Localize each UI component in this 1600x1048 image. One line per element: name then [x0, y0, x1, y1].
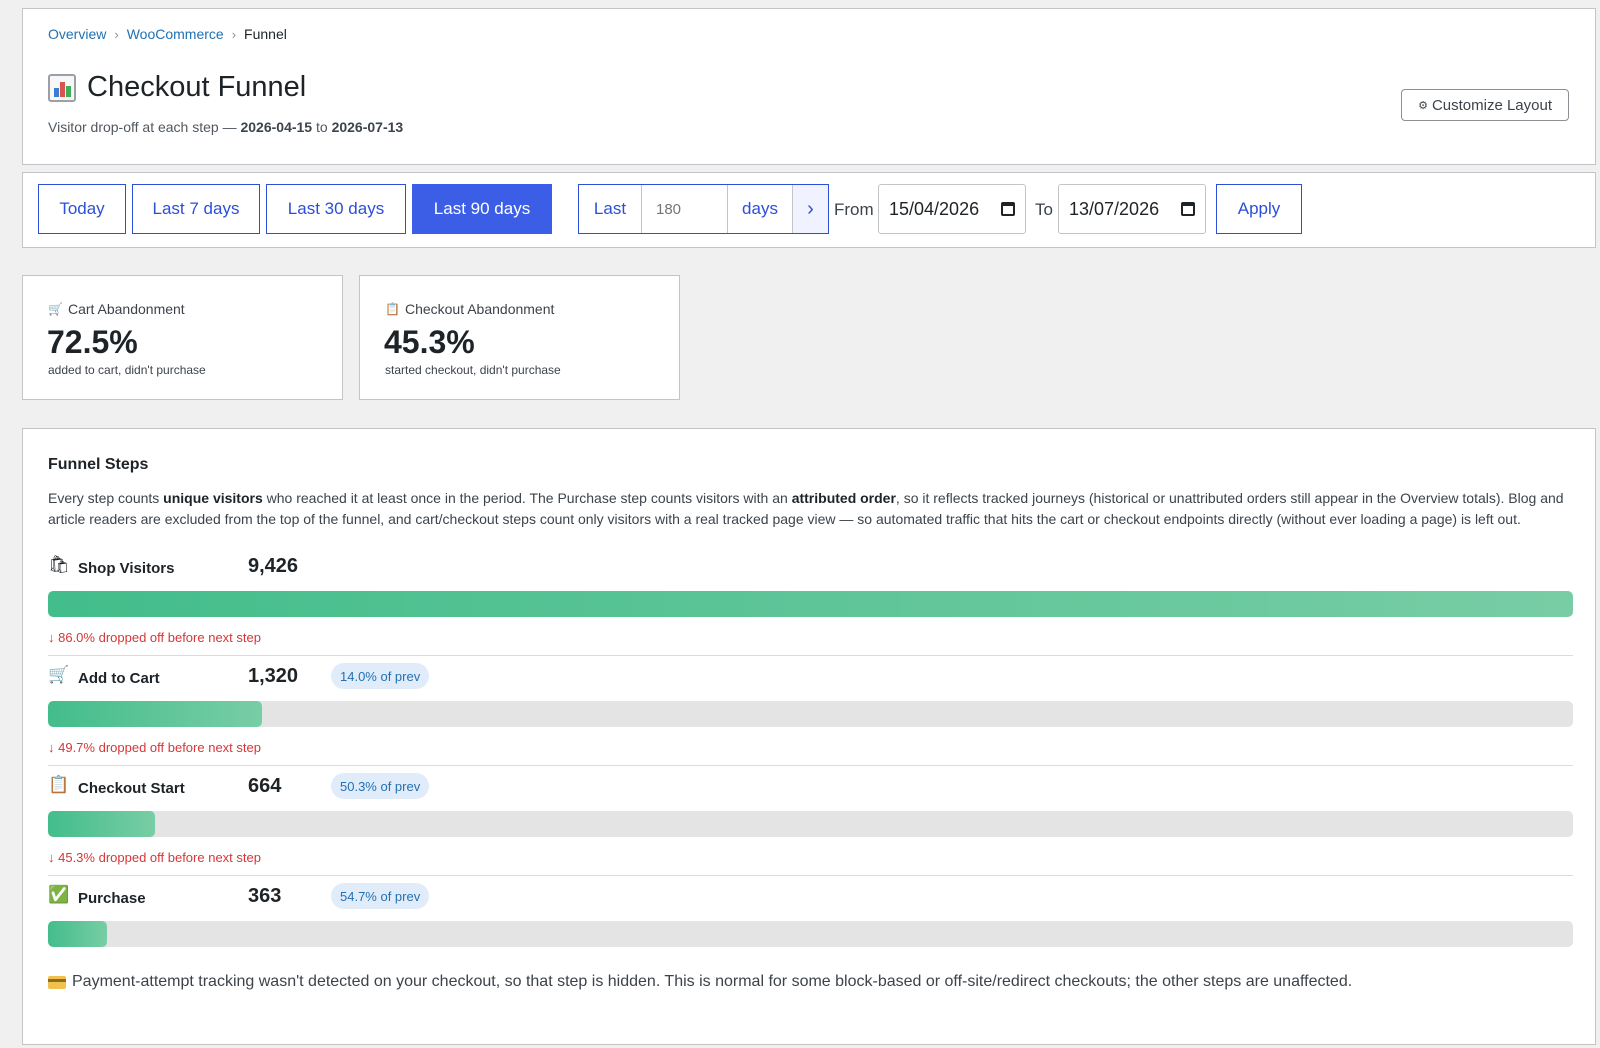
step-progress-track — [48, 811, 1573, 837]
title-row: Checkout Funnel — [48, 71, 306, 104]
step-count: 363 — [248, 885, 282, 907]
step-dropoff-text: ↓ 86.0% dropped off before next step — [48, 630, 261, 645]
step-name: Add to Cart — [78, 670, 160, 687]
funnel-card: Funnel Steps Every step counts unique vi… — [22, 428, 1596, 1045]
kpi-subtext: added to cart, didn't purchase — [48, 363, 206, 377]
breadcrumb-woocommerce-link[interactable]: WooCommerce — [127, 26, 224, 42]
funnel-step-checkout-start: 📋 Checkout Start 664 50.3% of prev ↓ 45.… — [48, 773, 1573, 883]
bar-chart-icon — [48, 73, 76, 102]
kpi-cart-abandonment: 🛒 Cart Abandonment 72.5% added to cart, d… — [22, 275, 343, 400]
range-last30-button[interactable]: Last 30 days — [266, 184, 406, 234]
kpi-label-text: Checkout Abandonment — [404, 301, 555, 317]
note-text: Payment-attempt tracking wasn't detected… — [72, 973, 1353, 990]
apply-button[interactable]: Apply — [1216, 184, 1302, 234]
date-range-bar: Today Last 7 days Last 30 days Last 90 d… — [22, 172, 1596, 248]
clipboard-icon: 📋 — [48, 775, 70, 794]
step-name: Checkout Start — [78, 780, 185, 797]
kpi-label: 🛒 Cart Abandonment — [48, 301, 185, 317]
desc-bold: attributed order — [791, 490, 896, 506]
subtitle-prefix: Visitor drop-off at each step — — [48, 119, 241, 135]
funnel-step-purchase: ✅ Purchase 363 54.7% of prev — [48, 883, 1573, 963]
step-name: Purchase — [78, 890, 146, 907]
desc-part: who reached it at least once in the peri… — [262, 490, 792, 506]
kpi-checkout-abandonment: 📋 Checkout Abandonment 45.3% started chec… — [359, 275, 680, 400]
page-subtitle: Visitor drop-off at each step — 2026-04-… — [48, 119, 403, 135]
payment-tracking-note: Payment-attempt tracking wasn't detected… — [48, 973, 1352, 991]
kpi-label: 📋 Checkout Abandonment — [385, 301, 554, 317]
funnel-step-add-to-cart: 🛒 Add to Cart 1,320 14.0% of prev ↓ 49.7… — [48, 663, 1573, 773]
cart-icon: 🛒 — [48, 665, 70, 684]
range-today-button[interactable]: Today — [38, 184, 126, 234]
kpi-label-text: Cart Abandonment — [67, 301, 185, 317]
from-label: From — [834, 200, 874, 219]
step-conversion-badge: 54.7% of prev — [331, 883, 430, 909]
range-last7-button[interactable]: Last 7 days — [132, 184, 260, 234]
kpi-value: 72.5% — [47, 324, 138, 360]
to-date-value: 13/07/2026 — [1069, 198, 1160, 219]
funnel-title: Funnel Steps — [48, 456, 149, 473]
credit-card-icon — [48, 975, 66, 989]
calendar-icon[interactable] — [1181, 202, 1195, 216]
step-progress-track — [48, 921, 1573, 947]
from-date-value: 15/04/2026 — [889, 198, 980, 219]
breadcrumb-current: Funnel — [244, 26, 287, 42]
step-count: 9,426 — [248, 555, 299, 577]
custom-range-days-label: days — [728, 185, 793, 233]
to-label: To — [1035, 200, 1053, 219]
customize-layout-button[interactable]: ⚙ Customize Layout — [1401, 89, 1569, 121]
step-conversion-badge: 50.3% of prev — [331, 773, 430, 799]
step-dropoff-text: ↓ 45.3% dropped off before next step — [48, 850, 261, 865]
step-progress-track — [48, 701, 1573, 727]
step-count: 1,320 — [248, 665, 299, 687]
step-progress-fill — [48, 811, 156, 837]
step-progress-fill — [48, 591, 1573, 617]
breadcrumb-separator: › — [231, 26, 237, 42]
step-conversion-badge: 14.0% of prev — [331, 663, 430, 689]
breadcrumb-separator: › — [114, 26, 119, 42]
step-progress-fill — [48, 921, 107, 947]
kpi-subtext: started checkout, didn't purchase — [385, 363, 561, 377]
step-divider — [48, 765, 1573, 766]
page-title: Checkout Funnel — [87, 71, 307, 103]
kpi-value: 45.3% — [384, 324, 475, 360]
header-card: Overview › WooCommerce › Funnel Checkout… — [22, 8, 1596, 165]
chevron-right-icon[interactable]: › — [793, 185, 828, 233]
cart-icon: 🛒 — [48, 302, 63, 316]
step-progress-track — [48, 591, 1573, 617]
desc-bold: unique visitors — [163, 490, 263, 506]
shopping-bags-icon: 🛍 — [48, 555, 70, 574]
breadcrumb-overview-link[interactable]: Overview — [48, 26, 106, 42]
check-box-icon: ✅ — [48, 885, 70, 904]
custom-range-last-label: Last — [579, 185, 642, 233]
subtitle-date-to: 2026-07-13 — [331, 119, 404, 135]
range-last90-button[interactable]: Last 90 days — [412, 184, 552, 234]
to-date-input[interactable]: 13/07/2026 — [1058, 184, 1206, 234]
custom-days-input[interactable] — [642, 185, 728, 233]
step-progress-fill — [48, 701, 262, 727]
funnel-description: Every step counts unique visitors who re… — [48, 488, 1573, 529]
custom-range-group: Last days › — [578, 184, 829, 234]
step-divider — [48, 875, 1573, 876]
from-date-input[interactable]: 15/04/2026 — [878, 184, 1026, 234]
step-name: Shop Visitors — [78, 560, 175, 577]
step-divider — [48, 655, 1573, 656]
funnel-step-shop-visitors: 🛍 Shop Visitors 9,426 ↓ 86.0% dropped of… — [48, 553, 1573, 663]
gear-icon: ⚙ — [1418, 99, 1428, 112]
clipboard-icon: 📋 — [385, 302, 400, 316]
desc-part: Every step counts — [48, 490, 164, 506]
step-count: 664 — [248, 775, 282, 797]
breadcrumb: Overview › WooCommerce › Funnel — [48, 26, 287, 42]
subtitle-date-from: 2026-04-15 — [240, 119, 313, 135]
calendar-icon[interactable] — [1001, 202, 1015, 216]
step-dropoff-text: ↓ 49.7% dropped off before next step — [48, 740, 261, 755]
customize-layout-label: Customize Layout — [1431, 96, 1552, 114]
subtitle-mid: to — [312, 119, 332, 135]
